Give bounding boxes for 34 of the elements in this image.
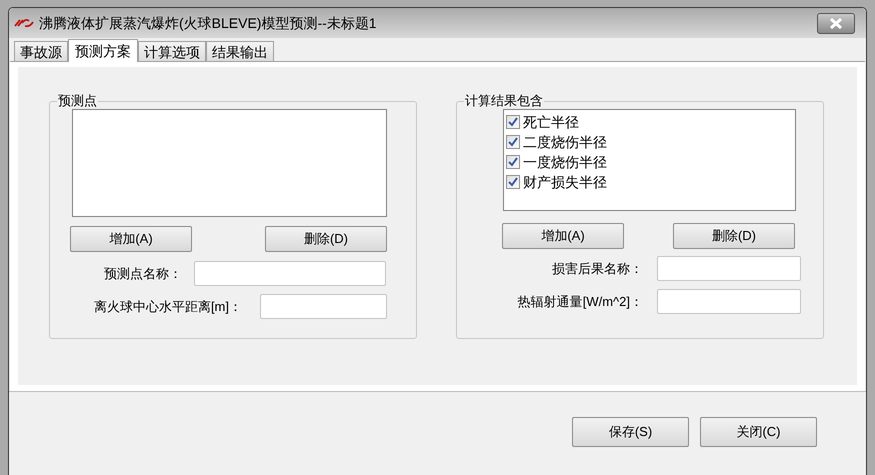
tab[interactable]: 结果输出	[206, 41, 274, 61]
list-item-label[interactable]: 财产损失半径	[523, 172, 607, 192]
close-icon	[829, 18, 843, 28]
input-field[interactable]	[194, 261, 386, 286]
field-label: 离火球中心水平距离[m]：	[92, 298, 242, 316]
tab[interactable]: 事故源	[14, 41, 68, 61]
action-button[interactable]: 关闭(C)	[700, 417, 817, 447]
logo-icon	[14, 18, 34, 28]
action-button[interactable]: 删除(D)	[673, 223, 795, 249]
tab[interactable]: 预测方案	[68, 39, 138, 62]
action-button[interactable]: 增加(A)	[70, 226, 192, 252]
list-item-label[interactable]: 二度烧伤半径	[523, 132, 607, 152]
list-item-label[interactable]: 死亡半径	[523, 112, 579, 132]
checkbox[interactable]	[506, 155, 520, 169]
group-title: 预测点	[57, 94, 98, 108]
action-button[interactable]: 增加(A)	[502, 223, 624, 249]
list-box[interactable]: 死亡半径 二度烧伤半径 一度烧伤半径 财产损失半径	[503, 109, 796, 211]
input-field[interactable]	[260, 294, 387, 319]
field-label: 损害后果名称：	[551, 260, 643, 278]
checkbox[interactable]	[506, 175, 520, 189]
input-field[interactable]	[657, 289, 801, 314]
field-label: 预测点名称：	[103, 264, 182, 283]
action-button[interactable]: 保存(S)	[572, 417, 689, 447]
window-title: 沸腾液体扩展蒸汽爆炸(火球BLEVE)模型预测--未标题1	[39, 14, 377, 33]
checkbox[interactable]	[506, 135, 520, 149]
input-field[interactable]	[657, 256, 801, 281]
checkbox[interactable]	[506, 115, 520, 129]
action-button[interactable]: 删除(D)	[265, 226, 387, 252]
tab[interactable]: 计算选项	[138, 41, 206, 61]
group-title: 计算结果包含	[464, 94, 544, 108]
list-box[interactable]	[72, 109, 387, 217]
close-button[interactable]	[817, 12, 855, 34]
list-item-label[interactable]: 一度烧伤半径	[523, 152, 607, 172]
field-label: 热辐射通量[W/m^2]：	[516, 292, 643, 311]
